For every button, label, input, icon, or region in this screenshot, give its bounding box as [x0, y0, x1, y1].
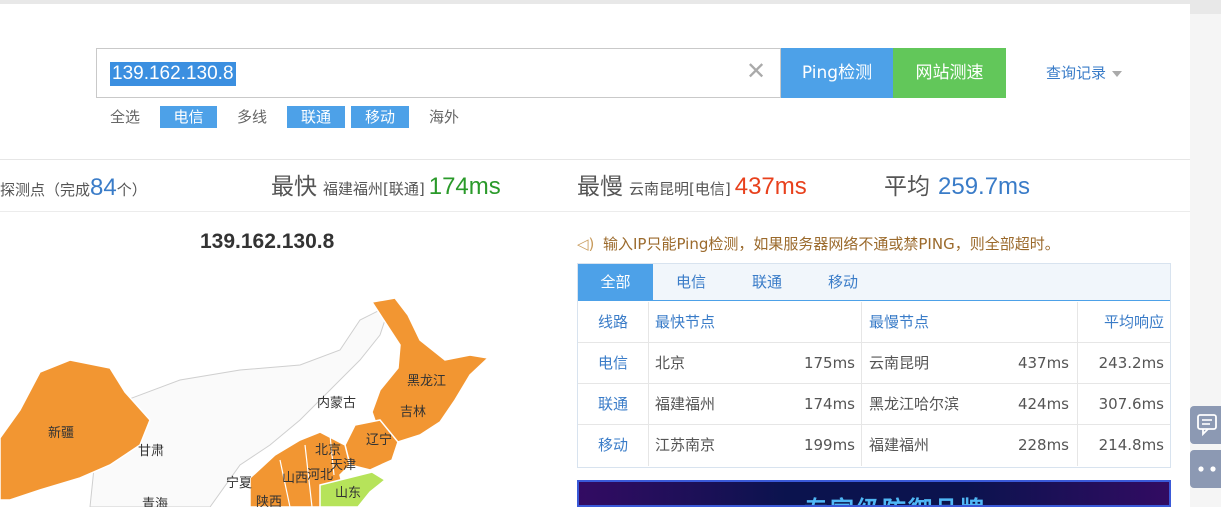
- notice: ◁) 输入IP只能Ping检测，如果服务器网络不通或禁PING，则全部超时。: [577, 233, 1060, 255]
- row-slow-ms: 424ms: [1017, 395, 1069, 413]
- ping-button[interactable]: Ping检测: [781, 48, 893, 98]
- map-label-beijing: 北京: [315, 443, 341, 458]
- map-label-shandong: 山东: [335, 486, 361, 501]
- row-fast-ms: 199ms: [803, 436, 855, 454]
- row-avg: 243.2ms: [1098, 354, 1164, 372]
- top-bar: [0, 0, 1221, 14]
- more-icon: [1198, 466, 1216, 472]
- header-line: 线路: [597, 313, 628, 331]
- map-label-inner-mongolia: 内蒙古: [317, 395, 356, 411]
- probe-count: 探测点（完成84个）: [0, 174, 147, 204]
- filter-multiline[interactable]: 多线: [227, 106, 277, 128]
- slowest-stat: 最慢 云南昆明[电信] 437ms: [577, 172, 807, 204]
- table-row: 电信 北京 175ms 云南昆明 437ms 243.2ms: [578, 343, 1170, 384]
- filter-unicom[interactable]: 联通: [287, 106, 345, 128]
- fastest-stat: 最快 福建福州[联通] 174ms: [271, 172, 501, 204]
- filter-overseas[interactable]: 海外: [419, 106, 469, 128]
- average-value: 259.7ms: [938, 173, 1031, 200]
- table-row: 移动 江苏南京 199ms 福建福州 228ms 214.8ms: [578, 425, 1170, 466]
- map-region-northeast: [370, 297, 490, 443]
- table-row: 联通 福建福州 174ms 黑龙江哈尔滨 424ms 307.6ms: [578, 384, 1170, 425]
- map-label-tianjin: 天津: [330, 458, 356, 473]
- filter-mobile[interactable]: 移动: [351, 106, 409, 128]
- row-avg: 307.6ms: [1098, 395, 1164, 413]
- map-label-jilin: 吉林: [400, 405, 426, 420]
- map-label-shanxi: 山西: [282, 471, 308, 486]
- map-label-xinjiang: 新疆: [48, 425, 74, 441]
- slowest-value: 437ms: [734, 173, 807, 200]
- tab-all[interactable]: 全部: [578, 264, 653, 301]
- notice-text: 输入IP只能Ping检测，如果服务器网络不通或禁PING，则全部超时。: [603, 235, 1060, 253]
- row-avg: 214.8ms: [1098, 436, 1164, 454]
- map-label-gansu: 甘肃: [138, 444, 164, 459]
- more-button[interactable]: [1190, 450, 1221, 488]
- fastest-label: 最快: [271, 174, 317, 200]
- chat-icon: [1197, 414, 1217, 436]
- divider: [0, 211, 1190, 212]
- table-header: 线路 最快节点 最慢节点 平均响应: [578, 302, 1170, 343]
- row-slow-node: 黑龙江哈尔滨: [869, 395, 960, 413]
- probe-suffix: 个）: [116, 181, 147, 199]
- slowest-label: 最慢: [577, 174, 623, 200]
- search-input[interactable]: 139.162.130.8 ✕: [96, 48, 781, 98]
- chevron-down-icon: [1112, 70, 1123, 77]
- filter-telecom[interactable]: 电信: [160, 106, 217, 128]
- map-label-ningxia: 宁夏: [226, 475, 252, 491]
- fastest-location: 福建福州[联通]: [323, 180, 425, 198]
- history-label: 查询记录: [1046, 64, 1107, 82]
- row-fast-ms: 175ms: [803, 354, 855, 372]
- header-fastest: 最快节点: [655, 313, 716, 331]
- row-line: 电信: [597, 354, 628, 372]
- map-label-qinghai: 青海: [142, 497, 168, 507]
- search-value[interactable]: 139.162.130.8: [110, 62, 236, 86]
- divider: [0, 159, 1190, 160]
- filter-all[interactable]: 全选: [100, 106, 150, 128]
- ad-banner[interactable]: 专家级防御品牌: [577, 480, 1171, 507]
- china-map[interactable]: 新疆 甘肃 青海 宁夏 陕西 山西 河北 北京 天津 山东 内蒙古 辽宁 吉林 …: [0, 260, 560, 507]
- row-slow-node: 福建福州: [869, 436, 930, 454]
- row-slow-node: 云南昆明: [869, 354, 930, 372]
- result-tabs: 全部 电信 联通 移动: [578, 264, 1170, 301]
- map-label-liaoning: 辽宁: [366, 432, 392, 448]
- average-stat: 平均 259.7ms: [884, 172, 1030, 204]
- slowest-location: 云南昆明[电信]: [629, 180, 731, 198]
- row-line: 移动: [597, 436, 628, 454]
- probe-count-value: 84: [90, 174, 117, 201]
- feedback-button[interactable]: [1190, 406, 1221, 444]
- speaker-icon: ◁): [577, 235, 595, 253]
- map-label-shaanxi: 陕西: [256, 495, 282, 507]
- map-label-heilongjiang: 黑龙江: [407, 374, 446, 389]
- close-icon[interactable]: ✕: [744, 59, 768, 83]
- header-slowest: 最慢节点: [869, 313, 930, 331]
- average-label: 平均: [884, 174, 930, 200]
- history-dropdown[interactable]: 查询记录: [1046, 62, 1123, 84]
- row-slow-ms: 228ms: [1017, 436, 1069, 454]
- row-slow-ms: 437ms: [1017, 354, 1069, 372]
- tab-unicom[interactable]: 联通: [729, 264, 805, 301]
- tab-mobile[interactable]: 移动: [805, 264, 881, 301]
- top-bar-inner: [0, 4, 1190, 14]
- row-line: 联通: [597, 395, 628, 413]
- fastest-value: 174ms: [428, 173, 501, 200]
- header-average: 平均响应: [1103, 313, 1164, 331]
- probe-prefix: 探测点（完成: [0, 181, 91, 199]
- row-fast-node: 北京: [655, 354, 686, 372]
- row-fast-node: 江苏南京: [655, 436, 716, 454]
- row-fast-ms: 174ms: [803, 395, 855, 413]
- row-fast-node: 福建福州: [655, 395, 716, 413]
- map-title: 139.162.130.8: [200, 230, 335, 253]
- banner-text: 专家级防御品牌: [804, 490, 986, 505]
- tab-telecom[interactable]: 电信: [653, 264, 729, 301]
- results-panel: 全部 电信 联通 移动 线路 最快节点 最慢节点 平均响应 电信 北京 175m…: [577, 263, 1171, 468]
- speed-test-button[interactable]: 网站测速: [893, 48, 1006, 98]
